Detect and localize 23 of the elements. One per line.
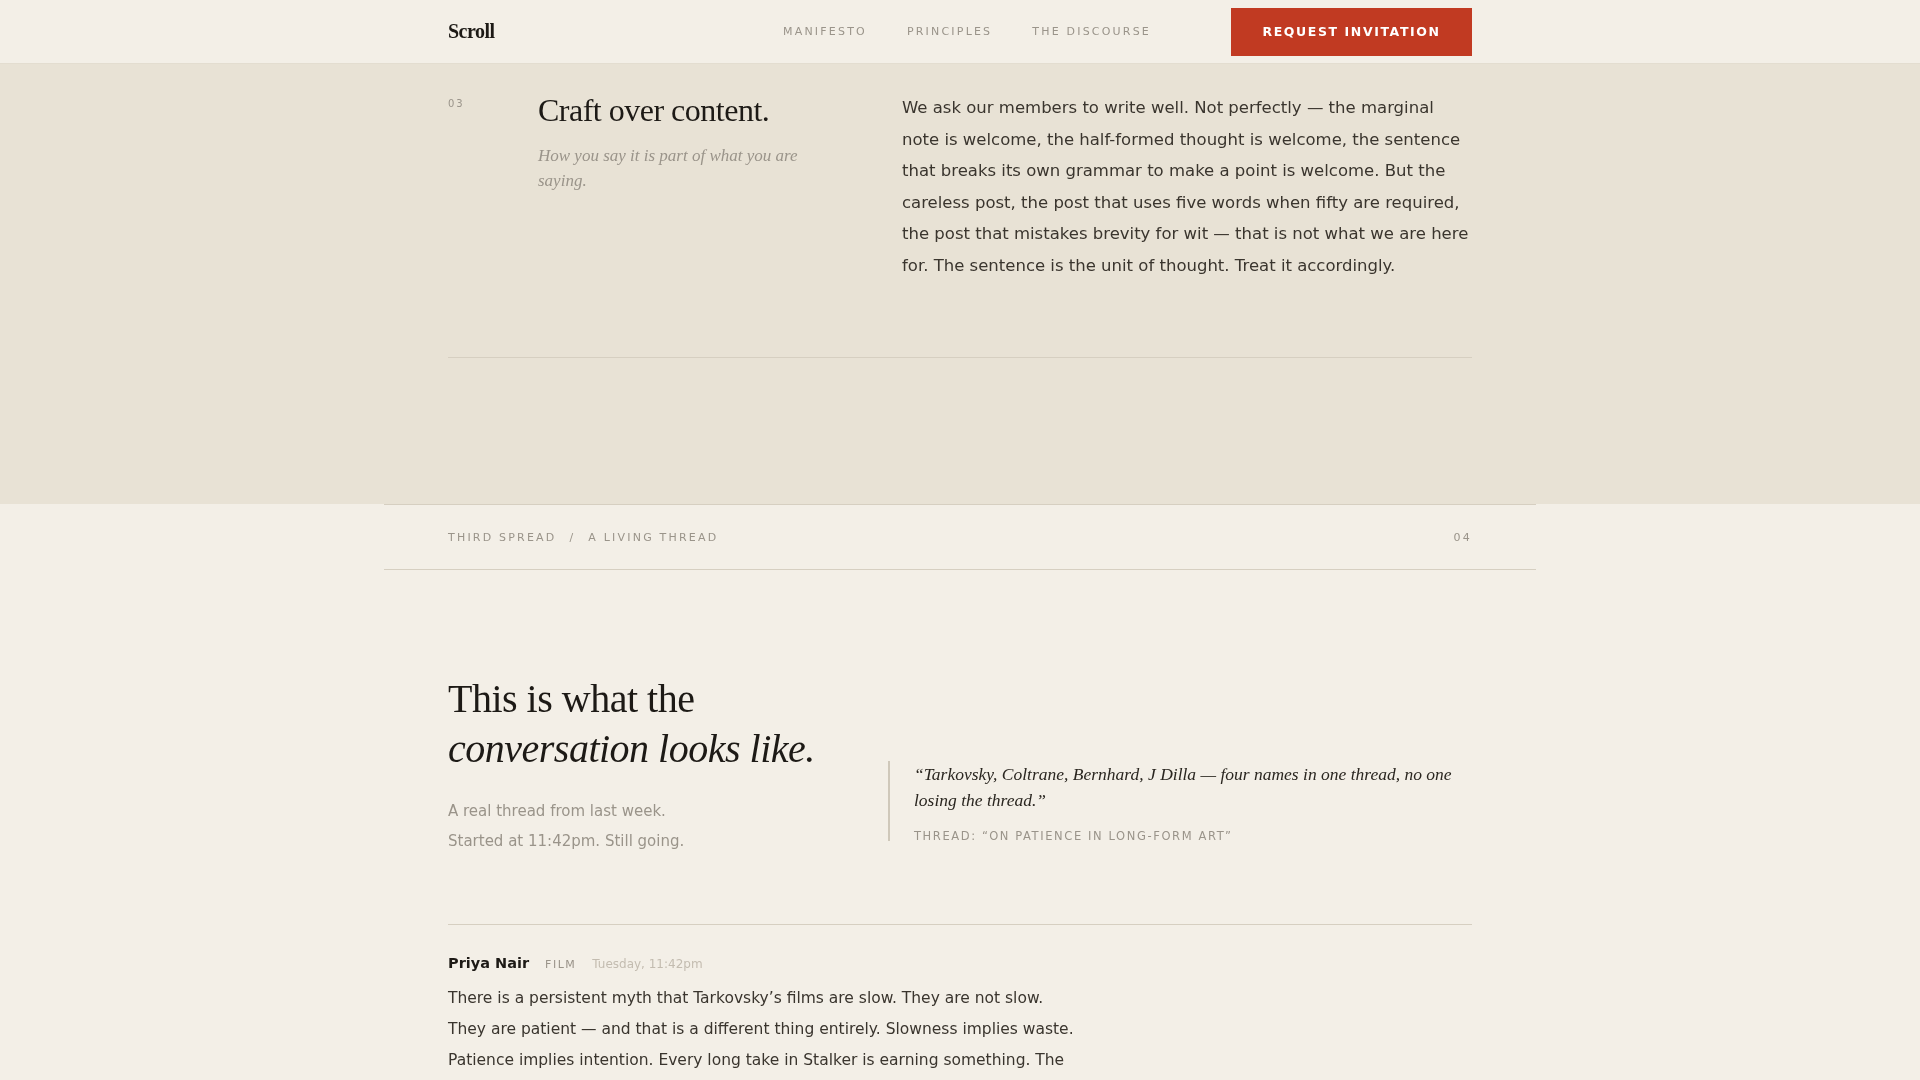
intro-text: Started at 11:42pm. Still going. bbox=[448, 831, 686, 852]
spread-title: A LIVING THREAD bbox=[588, 530, 719, 544]
nav-link[interactable]: MANIFESTO bbox=[783, 25, 867, 38]
topic-tag: FILM bbox=[545, 958, 577, 971]
spread-label: THIRD SPREAD bbox=[448, 530, 557, 544]
spread-number: 04 bbox=[1453, 530, 1472, 544]
quote-source: THREAD: “ON PATIENCE IN LONG-FORM ART” bbox=[914, 829, 1234, 843]
request-invitation-button[interactable]: REQUEST INVITATION bbox=[1231, 7, 1472, 56]
intro-text: A real thread from last week. bbox=[448, 801, 667, 822]
separator: / bbox=[569, 530, 576, 544]
section-number: 03 bbox=[448, 97, 466, 111]
principle-subtitle: How you say it is part of what you are saying. bbox=[538, 145, 799, 192]
nav-link[interactable]: THE DISCOURSE bbox=[1032, 25, 1151, 38]
post-text: There is a persistent myth that Tarkovsky’s films are slow. They are not slow. bbox=[448, 988, 1045, 1009]
principle-title: Craft over content. bbox=[538, 92, 771, 129]
post-text: They are patient — and that is a different thing entirely. Slowness implies waste. bbox=[448, 1019, 1075, 1040]
author-name: Priya Nair bbox=[448, 955, 530, 971]
principle-paragraph: We ask our members to write well. Not perfectly — the marginal note is welcome, the half-formed thought is welcome, the sentence that breaks its own grammar to make a point is welcome. But the careless post, the post that uses five words when fifty are required, the post that mistakes brevity for wit — that is not what we are here for. The sentence is the unit of thought. Treat it accordingly. bbox=[902, 97, 1470, 277]
logo[interactable]: Scroll bbox=[448, 20, 495, 43]
nav-link[interactable]: PRINCIPLES bbox=[906, 25, 993, 38]
section-heading: This is what the conversation looks like. bbox=[448, 675, 816, 773]
post-text: Patience implies intention. Every long take in Stalker is earning something. The bbox=[448, 1050, 1066, 1071]
quote-text: “Tarkovsky, Coltrane, Bernhard, J Dilla — four names in one thread, no one losing the thread.” bbox=[914, 763, 1453, 812]
